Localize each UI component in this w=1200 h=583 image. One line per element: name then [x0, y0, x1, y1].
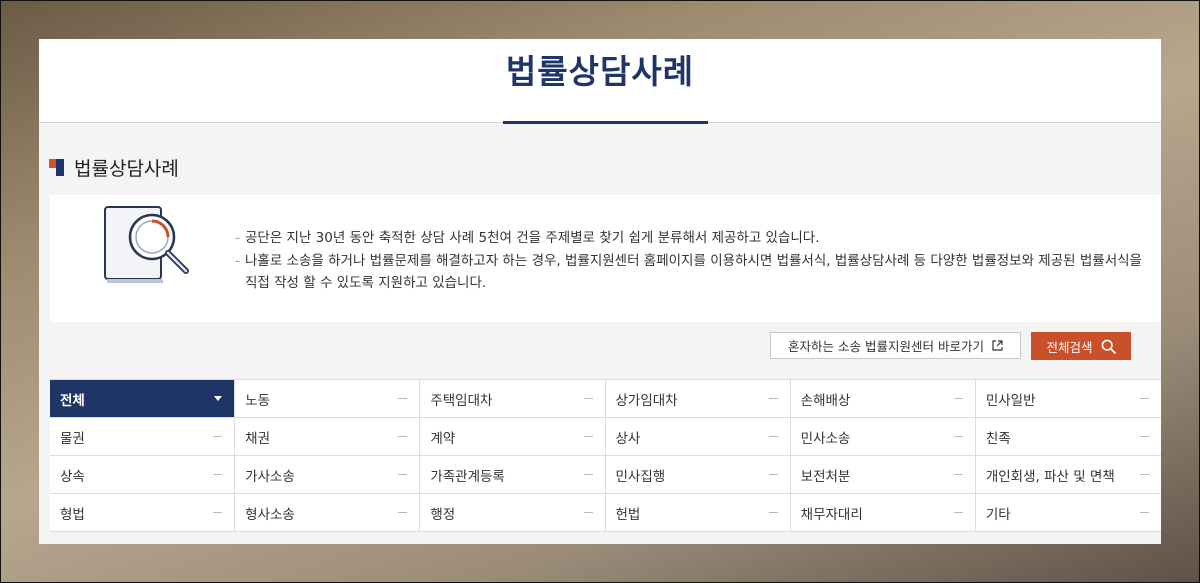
external-link-icon — [992, 340, 1003, 351]
category-item[interactable]: 친족 — [975, 418, 1161, 456]
category-label: 보전처분 — [800, 468, 851, 485]
dash-icon — [583, 436, 593, 437]
dash-icon — [398, 512, 408, 513]
section-header: 법률상담사례 — [49, 152, 179, 182]
dash-icon — [953, 474, 963, 475]
dash-icon — [953, 512, 963, 513]
category-item[interactable]: 민사소송 — [790, 418, 976, 456]
category-item[interactable]: 전체 — [50, 380, 236, 418]
category-label: 행정 — [430, 506, 456, 523]
info-text: 공단은 지난 30년 동안 축적한 상담 사례 5천여 건을 주제별로 찾기 쉽… — [235, 227, 1155, 295]
category-label: 개인회생, 파산 및 면책 — [985, 468, 1115, 485]
dash-icon — [213, 474, 223, 475]
dash-icon — [583, 398, 593, 399]
category-label: 채무자대리 — [800, 506, 863, 523]
category-item[interactable]: 상속 — [50, 456, 236, 494]
dash-icon — [953, 436, 963, 437]
category-label: 민사집행 — [615, 468, 666, 485]
category-label: 전체 — [60, 392, 85, 409]
category-label: 가족관계등록 — [430, 468, 505, 485]
category-label: 손해배상 — [800, 392, 851, 409]
dash-icon — [398, 398, 408, 399]
dash-icon — [583, 474, 593, 475]
category-item[interactable]: 가사소송 — [235, 456, 421, 494]
category-grid: 전체 노동 주택임대차 상가임대차 손해배상 민사일반물권 채권 계약 상사 민사소송 친족상속 가사… — [50, 379, 1161, 532]
category-label: 가사소송 — [245, 468, 295, 485]
category-label: 헌법 — [615, 506, 641, 523]
info-line-2: 나홀로 소송을 하거나 법률문제를 해결하고자 하는 경우, 법률지원센터 홈페… — [235, 250, 1155, 295]
section-title: 법률상담사례 — [74, 157, 179, 180]
full-search-button[interactable]: 전체검색 — [1031, 332, 1131, 360]
category-label: 상가임대차 — [615, 392, 678, 409]
category-label: 상사 — [615, 430, 641, 447]
content-panel: 법률상담사례 법률상담사례 공단은 지난 30년 동안 축적한 상담 사례 5천… — [39, 39, 1161, 544]
category-item[interactable]: 형사소송 — [235, 494, 421, 532]
category-item[interactable]: 손해배상 — [790, 380, 976, 418]
legal-support-center-link[interactable]: 혼자하는 소송 법률지원센터 바로가기 — [770, 332, 1021, 359]
category-item[interactable]: 물권 — [50, 418, 236, 456]
dash-icon — [398, 474, 408, 475]
dash-icon — [1140, 474, 1149, 475]
page-header: 법률상담사례 — [39, 39, 1161, 123]
action-bar: 혼자하는 소송 법률지원센터 바로가기 전체검색 — [770, 332, 1131, 360]
dash-icon — [768, 474, 778, 475]
category-label: 민사일반 — [985, 392, 1036, 409]
category-item[interactable]: 개인회생, 파산 및 면책 — [975, 456, 1161, 494]
dash-icon — [213, 436, 223, 437]
category-item[interactable]: 민사일반 — [975, 380, 1161, 418]
category-item[interactable]: 민사집행 — [605, 456, 791, 494]
category-item[interactable]: 헌법 — [605, 494, 791, 532]
dash-icon — [768, 398, 778, 399]
category-item[interactable]: 채무자대리 — [790, 494, 976, 532]
dash-icon — [1140, 398, 1149, 399]
info-line-1: 공단은 지난 30년 동안 축적한 상담 사례 5천여 건을 주제별로 찾기 쉽… — [235, 227, 1155, 250]
category-label: 친족 — [985, 430, 1011, 447]
category-item[interactable]: 기타 — [975, 494, 1161, 532]
dash-icon — [213, 512, 223, 513]
search-icon — [1101, 339, 1116, 354]
dash-icon — [953, 398, 963, 399]
caret-down-icon — [214, 396, 223, 401]
category-label: 형사소송 — [245, 506, 295, 523]
page-title: 법률상담사례 — [505, 52, 695, 91]
category-item[interactable]: 주택임대차 — [420, 380, 606, 418]
category-item[interactable]: 가족관계등록 — [420, 456, 606, 494]
category-item[interactable]: 보전처분 — [790, 456, 976, 494]
category-label: 기타 — [985, 506, 1011, 523]
category-label: 계약 — [430, 430, 456, 447]
dash-icon — [398, 436, 408, 437]
category-label: 주택임대차 — [430, 392, 493, 409]
category-label: 채권 — [245, 430, 270, 447]
dash-icon — [583, 512, 593, 513]
magnifier-document-icon — [104, 206, 189, 283]
category-label: 물권 — [60, 430, 85, 447]
dash-icon — [768, 512, 778, 513]
title-underline — [503, 121, 708, 124]
category-item[interactable]: 계약 — [420, 418, 606, 456]
category-item[interactable]: 행정 — [420, 494, 606, 532]
legal-support-center-label: 혼자하는 소송 법률지원센터 바로가기 — [788, 339, 984, 354]
category-label: 상속 — [60, 468, 85, 485]
category-item[interactable]: 형법 — [50, 494, 236, 532]
category-item[interactable]: 노동 — [235, 380, 421, 418]
section-marker-icon — [49, 158, 64, 176]
category-label: 노동 — [245, 392, 270, 409]
dash-icon — [1140, 436, 1149, 437]
dash-icon — [768, 436, 778, 437]
category-item[interactable]: 채권 — [235, 418, 421, 456]
dash-icon — [1140, 512, 1149, 513]
category-label: 민사소송 — [800, 430, 851, 447]
category-label: 형법 — [60, 506, 85, 523]
category-item[interactable]: 상가임대차 — [605, 380, 791, 418]
category-item[interactable]: 상사 — [605, 418, 791, 456]
info-box: 공단은 지난 30년 동안 축적한 상담 사례 5천여 건을 주제별로 찾기 쉽… — [50, 195, 1161, 322]
full-search-label: 전체검색 — [1046, 339, 1093, 355]
